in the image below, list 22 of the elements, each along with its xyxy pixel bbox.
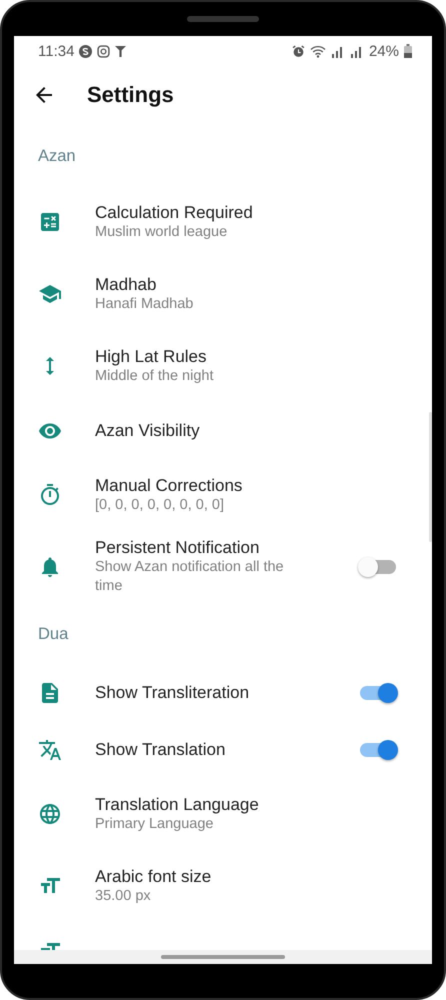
setting-value: Primary Language <box>95 815 214 834</box>
setting-title[interactable]: Manual Corrections <box>95 475 398 496</box>
setting-title[interactable]: Calculation Required <box>95 202 398 223</box>
setting-title[interactable]: Azan Visibility <box>95 420 398 441</box>
setting-title[interactable]: Persistent Notification <box>95 537 308 558</box>
setting-value: [0, 0, 0, 0, 0, 0, 0, 0] <box>95 496 225 515</box>
setting-title[interactable]: Translation Language <box>95 794 398 815</box>
section-header: Azan <box>38 146 76 166</box>
clock-time: 11:34 <box>38 42 74 60</box>
battery-percent: 24% <box>368 42 399 60</box>
section-header: Dua <box>38 624 68 644</box>
setting-value: Muslim world league <box>95 223 228 242</box>
setting-value: 35.00 px <box>95 887 152 906</box>
setting-value: Middle of the night <box>95 367 214 386</box>
setting-title[interactable]: Show Translation <box>95 739 308 760</box>
setting-value: Hanafi Madhab <box>95 295 194 314</box>
setting-title[interactable]: Show Transliteration <box>95 682 308 703</box>
setting-title[interactable]: High Lat Rules <box>95 346 398 367</box>
setting-title[interactable]: Arabic font size <box>95 866 398 887</box>
setting-value: Show Azan notification all the time <box>95 558 285 596</box>
setting-title[interactable]: Madhab <box>95 274 398 295</box>
page-title: Settings <box>87 82 174 108</box>
